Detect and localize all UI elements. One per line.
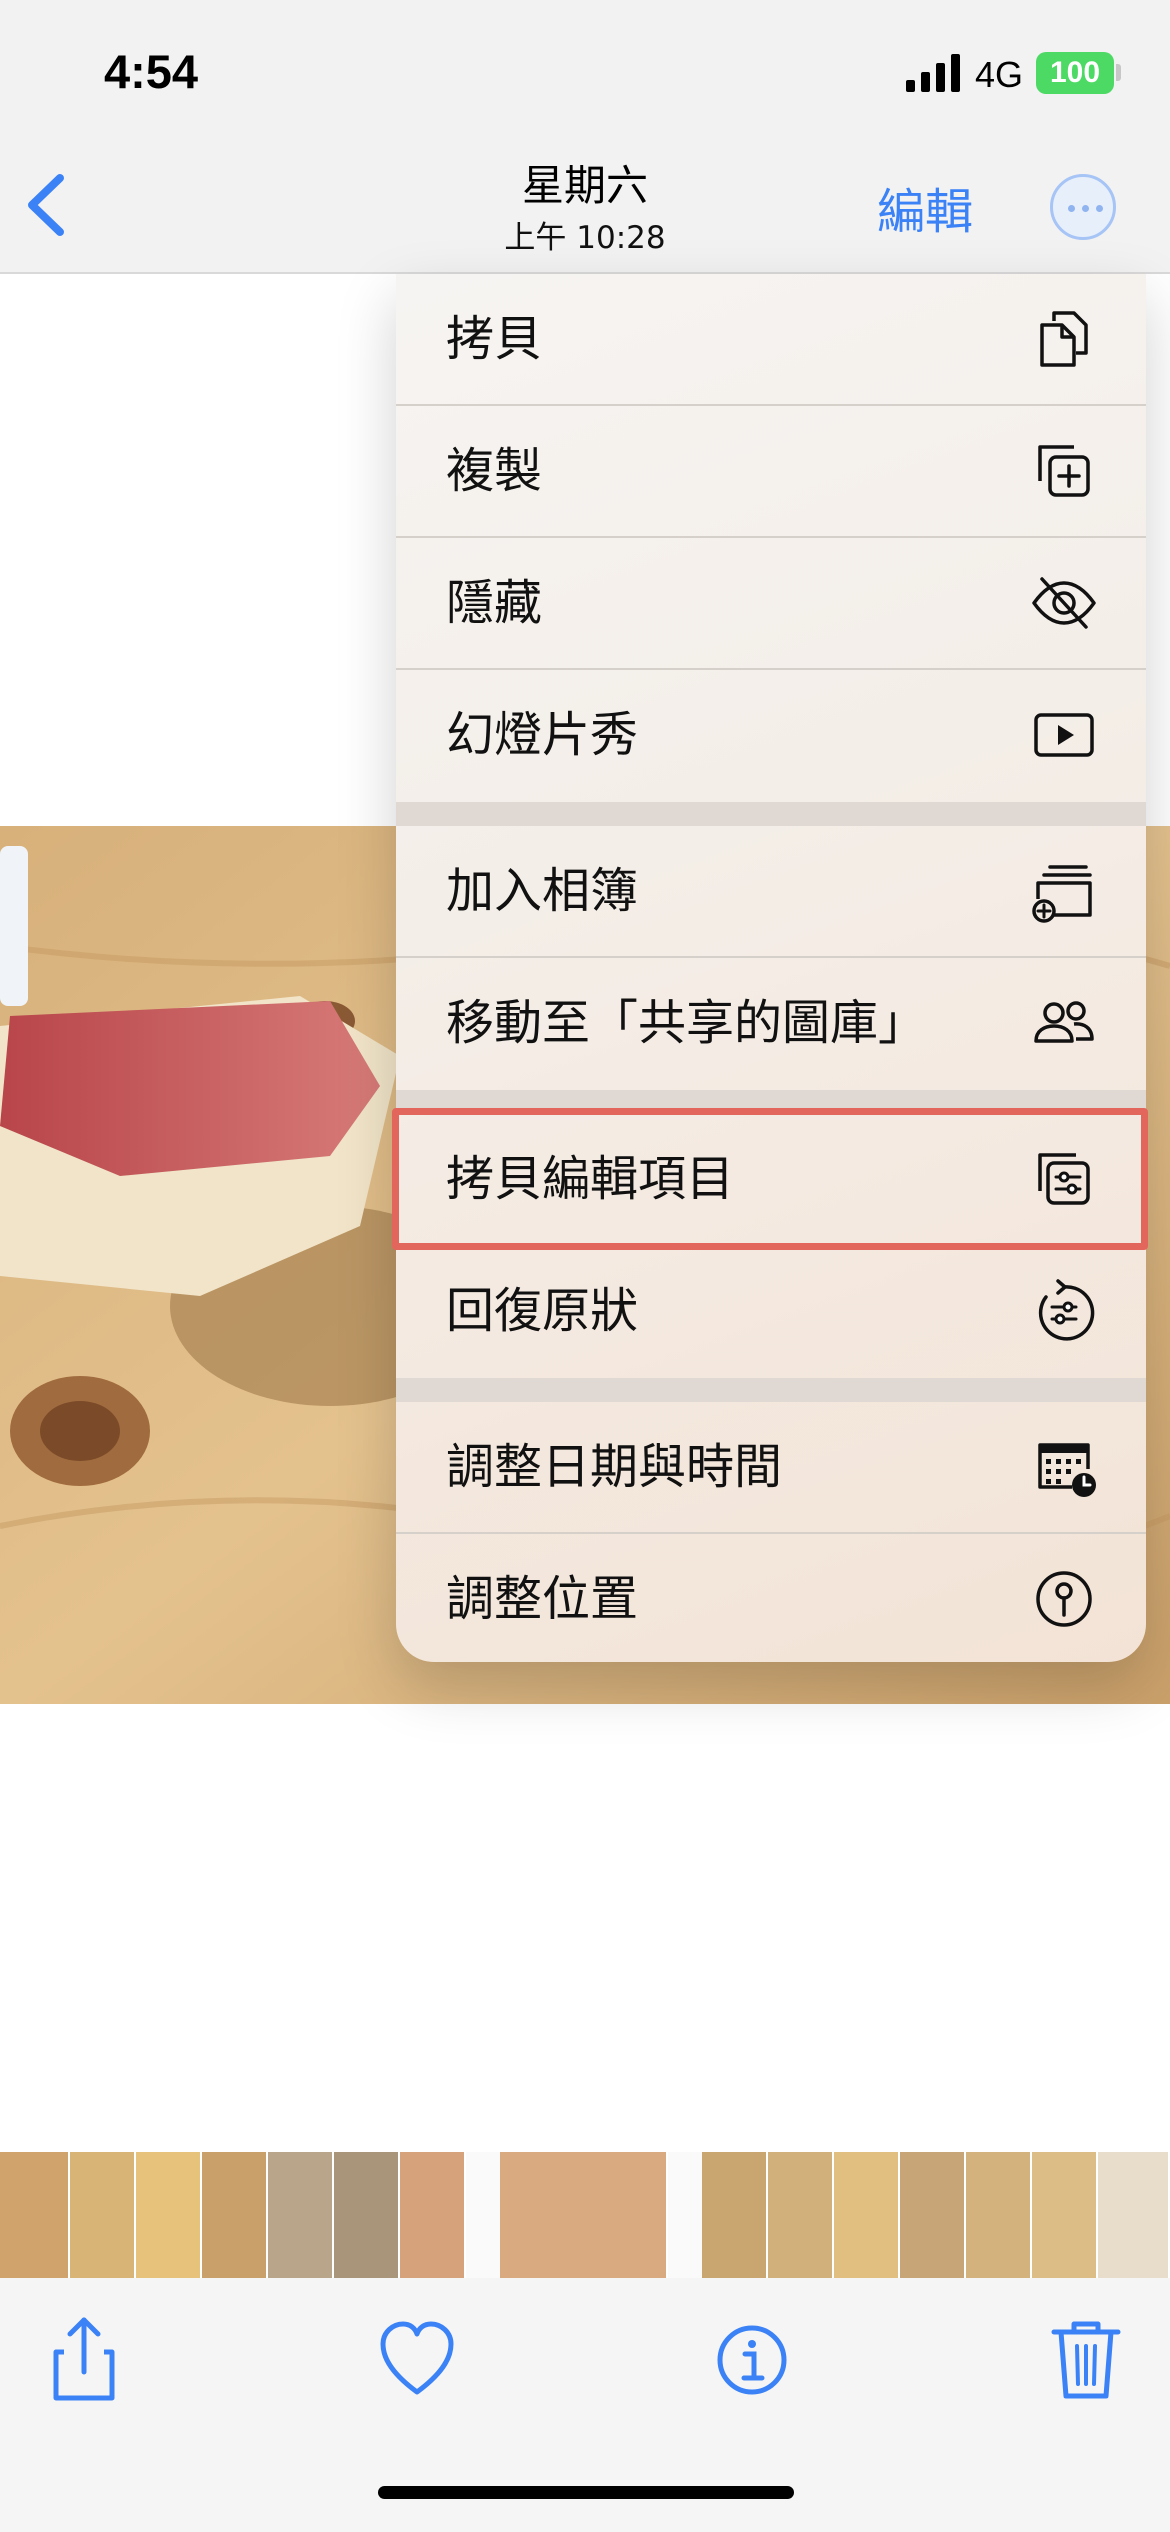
thumbnail[interactable] bbox=[400, 2152, 466, 2278]
menu-item-slideshow[interactable]: 幻燈片秀 bbox=[396, 670, 1146, 802]
info-icon[interactable] bbox=[712, 2314, 792, 2404]
menu-item-label: 回復原狀 bbox=[446, 1283, 639, 1339]
menu-group-separator bbox=[396, 802, 1146, 826]
menu-item-duplicate[interactable]: 複製 bbox=[396, 406, 1146, 538]
menu-item-label: 複製 bbox=[446, 443, 543, 499]
thumbnail[interactable] bbox=[966, 2152, 1032, 2278]
menu-item-label: 幻燈片秀 bbox=[446, 707, 639, 763]
menu-item-label: 移動至「共享的圖庫」 bbox=[446, 995, 927, 1051]
thumbnail[interactable] bbox=[0, 2152, 70, 2278]
menu-item-move-to-shared-library[interactable]: 移動至「共享的圖庫」 bbox=[396, 958, 1146, 1090]
menu-item-revert[interactable]: 回復原狀 bbox=[396, 1246, 1146, 1378]
network-type: 4G bbox=[975, 54, 1024, 95]
thumbnail[interactable] bbox=[1032, 2152, 1098, 2278]
menu-item-label: 調整位置 bbox=[446, 1571, 639, 1627]
thumbnail[interactable] bbox=[702, 2152, 768, 2278]
location-pin-icon bbox=[1036, 1571, 1092, 1627]
duplicate-icon bbox=[1038, 445, 1090, 497]
battery-icon: 100 bbox=[1036, 52, 1114, 94]
ellipsis-circle-icon[interactable] bbox=[1050, 174, 1116, 240]
calendar-clock-icon bbox=[1038, 1443, 1096, 1497]
menu-item-adjust-location[interactable]: 調整位置 bbox=[396, 1534, 1146, 1662]
thumbnail[interactable] bbox=[136, 2152, 202, 2278]
filmstrip[interactable] bbox=[0, 2152, 1170, 2278]
home-indicator bbox=[378, 2486, 794, 2499]
thumbnail[interactable] bbox=[900, 2152, 966, 2278]
menu-item-label: 拷貝 bbox=[446, 311, 543, 367]
context-menu: 拷貝 複製 隱藏 幻燈片秀 加入相簿 移動至「共享的圖庫」 拷貝編輯項目 回復原… bbox=[396, 274, 1146, 1662]
add-to-album-icon bbox=[1032, 865, 1092, 923]
copy-icon bbox=[1040, 311, 1088, 367]
heart-icon[interactable] bbox=[377, 2314, 457, 2404]
thumbnail[interactable] bbox=[334, 2152, 400, 2278]
menu-item-adjust-date-time[interactable]: 調整日期與時間 bbox=[396, 1402, 1146, 1534]
thumbnail[interactable] bbox=[202, 2152, 268, 2278]
share-icon[interactable] bbox=[44, 2314, 124, 2404]
trash-icon[interactable] bbox=[1046, 2314, 1126, 2404]
nav-title: 星期六 bbox=[521, 161, 648, 210]
dot bbox=[1096, 205, 1103, 212]
thumbnail[interactable] bbox=[834, 2152, 900, 2278]
menu-item-label: 隱藏 bbox=[446, 575, 543, 631]
revert-icon bbox=[1038, 1279, 1095, 1341]
menu-item-copy[interactable]: 拷貝 bbox=[396, 274, 1146, 406]
highlight-annotation bbox=[392, 1108, 1148, 1250]
thumbnail-current[interactable] bbox=[500, 2152, 668, 2278]
thumbnail[interactable] bbox=[70, 2152, 136, 2278]
chevron-left-icon[interactable] bbox=[20, 170, 76, 240]
people-icon bbox=[1034, 1001, 1094, 1043]
thumbnail[interactable] bbox=[768, 2152, 834, 2278]
menu-group-separator bbox=[396, 1378, 1146, 1402]
dot bbox=[1068, 205, 1075, 212]
edit-button[interactable]: 編輯 bbox=[870, 172, 980, 242]
dot bbox=[1082, 205, 1089, 212]
menu-item-hide[interactable]: 隱藏 bbox=[396, 538, 1146, 670]
cellular-signal-icon bbox=[906, 54, 960, 92]
play-rectangle-icon bbox=[1034, 713, 1094, 757]
menu-item-label: 加入相簿 bbox=[446, 863, 639, 919]
top-bar: 4:54 4G 100 星期六 上午 10:28 編輯 bbox=[0, 0, 1170, 274]
thumbnail[interactable] bbox=[1098, 2152, 1170, 2278]
menu-item-label: 調整日期與時間 bbox=[446, 1439, 783, 1495]
battery-nub bbox=[1116, 64, 1121, 81]
eye-slash-icon bbox=[1032, 577, 1096, 629]
status-time: 4:54 bbox=[104, 45, 199, 98]
menu-item-add-to-album[interactable]: 加入相簿 bbox=[396, 826, 1146, 958]
thumbnail[interactable] bbox=[268, 2152, 334, 2278]
nav-subtitle: 上午 10:28 bbox=[504, 220, 666, 256]
